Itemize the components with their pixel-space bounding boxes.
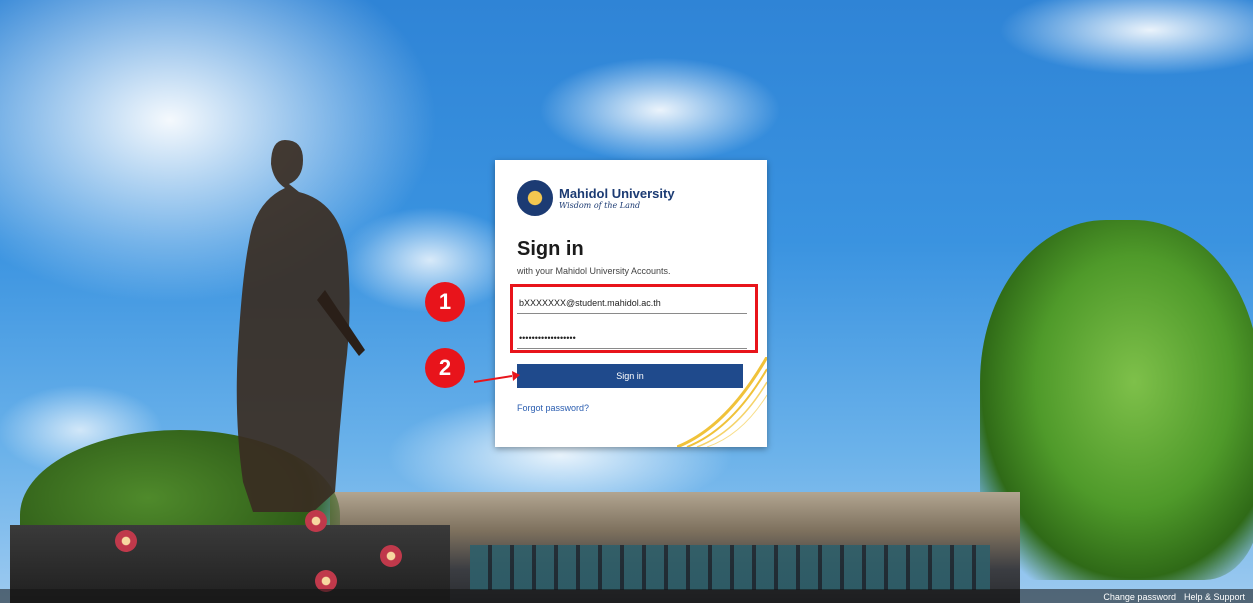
garland-flower [305, 510, 327, 532]
brand-logo: Mahidol University Wisdom of the Land [517, 180, 675, 216]
garland-flower [380, 545, 402, 567]
credentials-highlight-box [510, 284, 758, 353]
sign-in-button[interactable]: Sign in [517, 364, 743, 388]
arrow-right-icon [474, 371, 520, 383]
page-title: Sign in [517, 238, 584, 260]
tree-right [980, 220, 1253, 580]
step-1-badge: 1 [425, 282, 465, 322]
page-subtitle: with your Mahidol University Accounts. [517, 266, 671, 276]
mahidol-seal-icon [517, 180, 553, 216]
brand-motto: Wisdom of the Land [559, 201, 641, 210]
footer-bar: Change password Help & Support [0, 589, 1253, 603]
help-support-link[interactable]: Help & Support [1184, 592, 1245, 602]
statue-silhouette [236, 140, 365, 512]
garland-flower [115, 530, 137, 552]
building-windows [470, 545, 990, 590]
forgot-password-link[interactable]: Forgot password? [517, 403, 589, 413]
step-2-badge: 2 [425, 348, 465, 388]
brand-name: Mahidol University [559, 186, 675, 201]
change-password-link[interactable]: Change password [1103, 592, 1176, 602]
